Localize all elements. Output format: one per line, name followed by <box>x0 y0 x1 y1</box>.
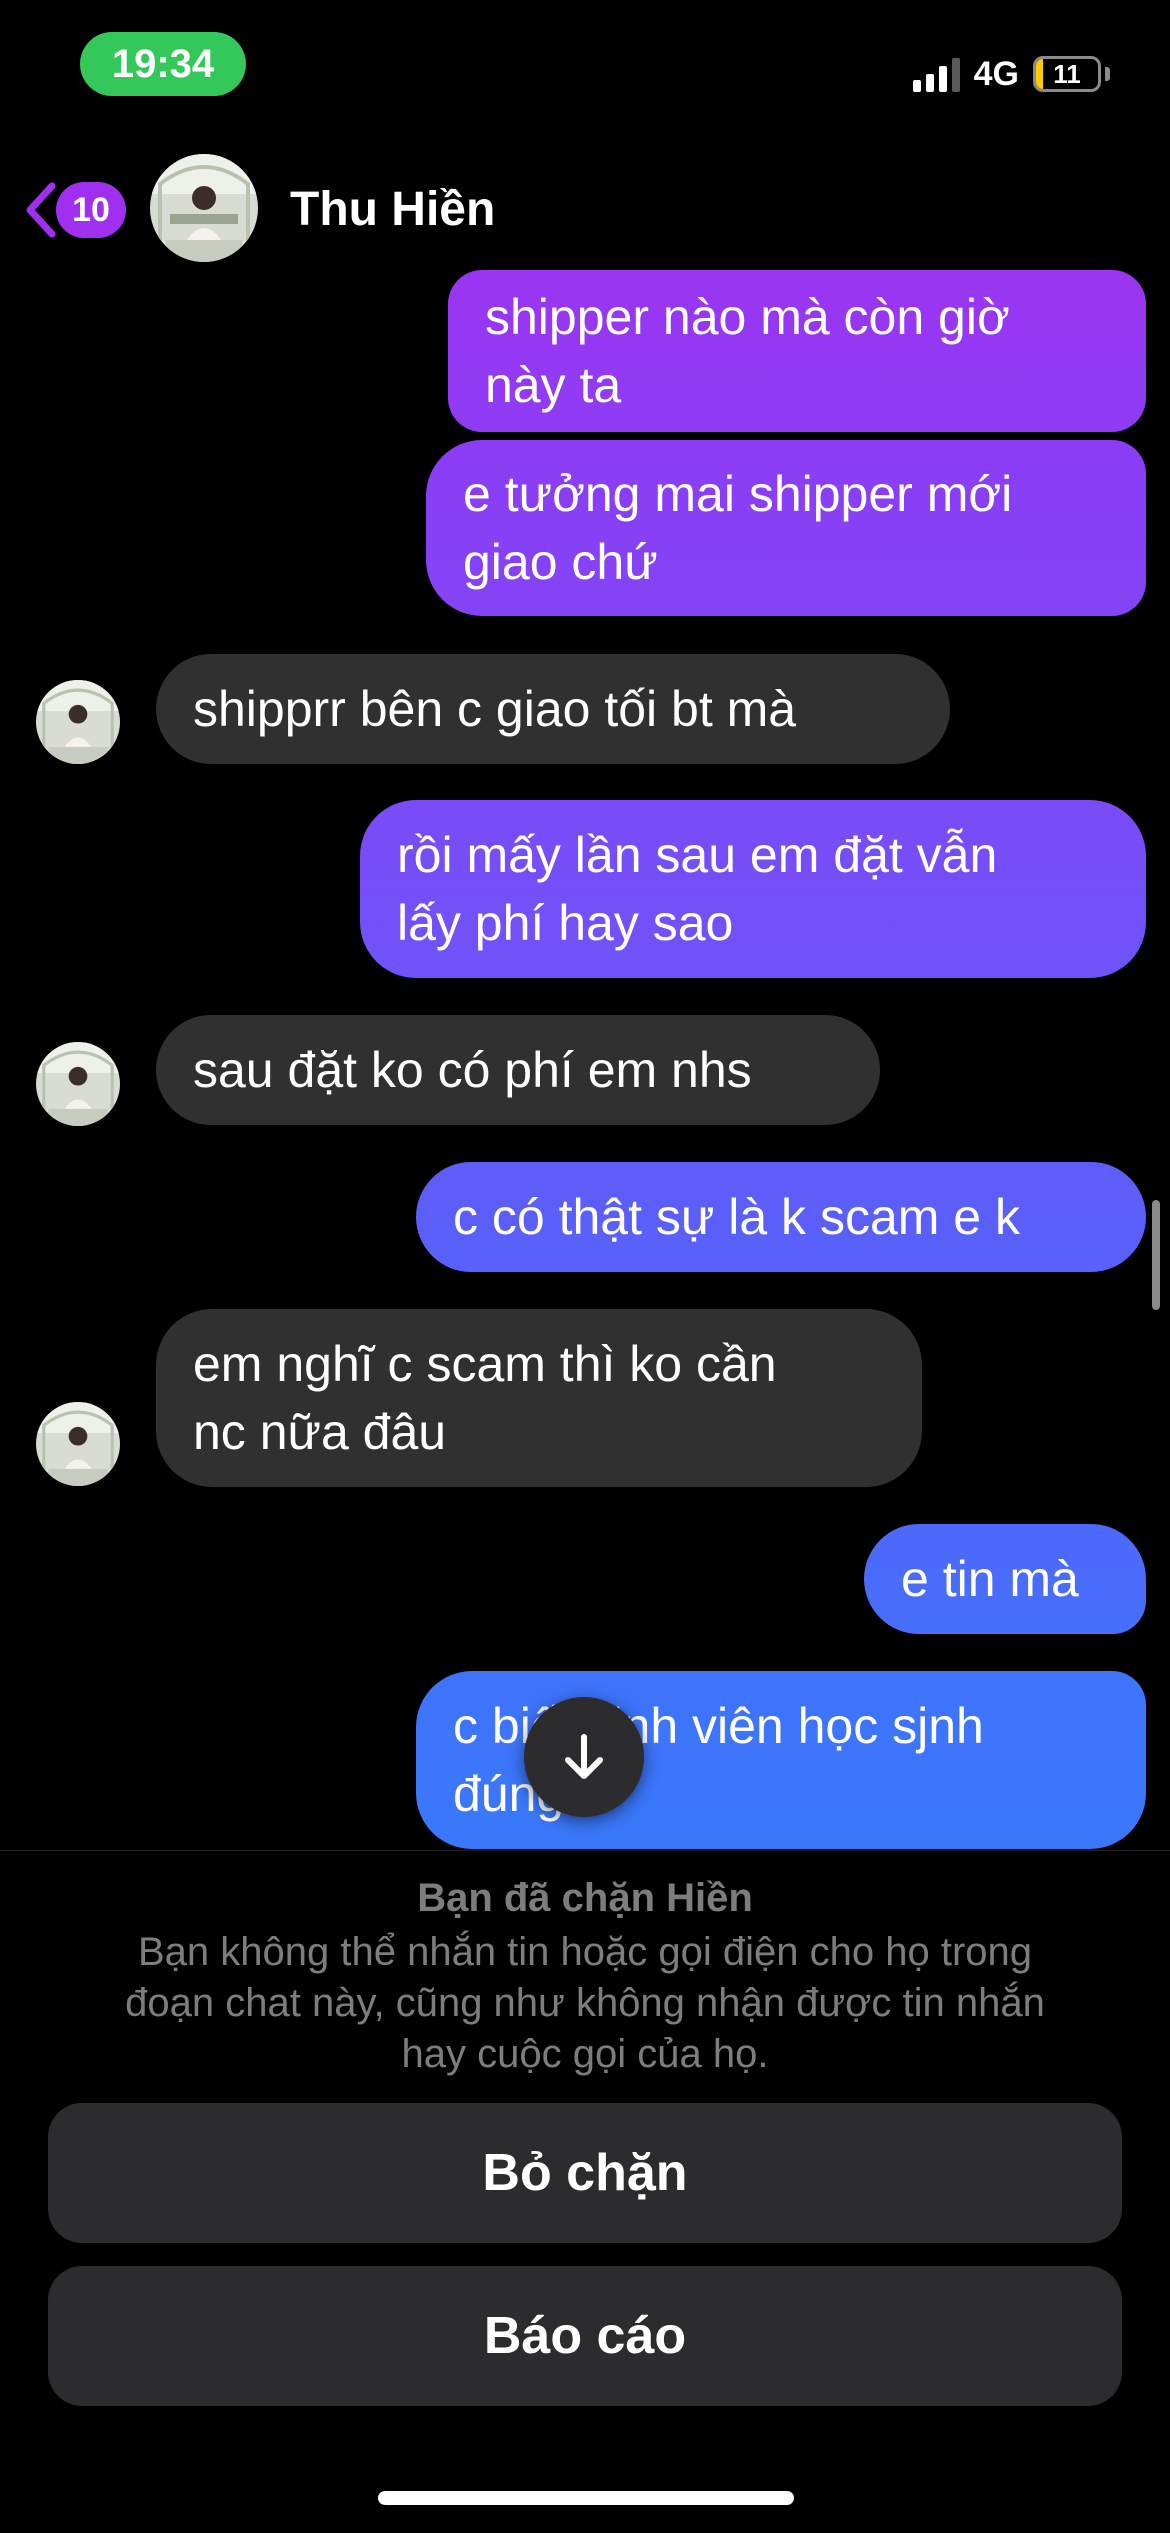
chevron-left-icon <box>26 182 56 238</box>
battery-label: 11 <box>1053 58 1081 89</box>
outgoing-message[interactable]: c có thật sự là k scam e k <box>416 1162 1146 1272</box>
report-button[interactable]: Báo cáo <box>48 2266 1122 2406</box>
unread-count-badge: 10 <box>56 182 126 238</box>
home-indicator[interactable] <box>378 2491 794 2505</box>
avatar-image <box>36 1402 120 1486</box>
chat-header: 10 Thu Hiền <box>0 150 1170 280</box>
battery-cap <box>1105 67 1110 81</box>
message-line: này ta <box>485 357 622 413</box>
back-button[interactable]: 10 <box>24 172 126 248</box>
contact-avatar[interactable] <box>150 154 258 262</box>
unblock-button[interactable]: Bỏ chặn <box>48 2103 1122 2243</box>
message-line: rồi mấy lần sau em đặt vẫn <box>397 827 998 883</box>
battery-level <box>1036 59 1043 89</box>
sender-avatar[interactable] <box>36 680 120 764</box>
message-line: em nghĩ c scam thì ko cần <box>193 1336 777 1392</box>
arrow-down-icon <box>565 1734 603 1779</box>
incoming-message[interactable]: em nghĩ c scam thì ko cần nc nữa đâu <box>156 1309 922 1487</box>
avatar-image <box>150 154 258 262</box>
message-line: lấy phí hay sao <box>397 895 734 951</box>
contact-name[interactable]: Thu Hiền <box>290 182 495 237</box>
status-time-pill: 19:34 <box>80 32 246 96</box>
avatar-image <box>36 680 120 764</box>
sender-avatar[interactable] <box>36 1042 120 1126</box>
message-line: shipprr bên c giao tối bt mà <box>193 681 797 737</box>
outgoing-message[interactable]: e tưởng mai shipper mới giao chứ <box>426 440 1146 616</box>
incoming-message[interactable]: shipprr bên c giao tối bt mà <box>156 654 950 764</box>
status-time: 19:34 <box>111 41 215 86</box>
sender-avatar[interactable] <box>36 1402 120 1486</box>
battery-icon: 11 <box>1033 56 1101 92</box>
message-line: e tưởng mai shipper mới <box>463 466 1013 522</box>
outgoing-message[interactable]: rồi mấy lần sau em đặt vẫn lấy phí hay s… <box>360 800 1146 978</box>
blocked-description-line: đoạn chat này, cũng như không nhận được … <box>125 1981 1045 2025</box>
message-line: giao chứ <box>463 534 658 590</box>
blocked-title: Bạn đã chặn Hiền <box>417 1876 753 1920</box>
status-indicators: 4G 11 <box>912 48 1110 100</box>
network-type: 4G <box>973 54 1019 93</box>
incoming-message[interactable]: sau đặt ko có phí em nhs <box>156 1015 880 1125</box>
scroll-to-bottom-button[interactable] <box>524 1697 644 1817</box>
message-line: sau đặt ko có phí em nhs <box>193 1042 752 1098</box>
message-line: c có thật sự là k scam e k <box>453 1189 1020 1245</box>
message-line: e tin mà <box>901 1551 1079 1607</box>
blocked-description: Bạn không thể nhắn tin hoặc gọi điện cho… <box>60 1927 1110 2080</box>
blocked-panel: Bạn đã chặn Hiền Bạn không thể nhắn tin … <box>0 1850 1170 2533</box>
avatar-image <box>36 1042 120 1126</box>
message-line: shipper nào mà còn giờ <box>485 289 1010 345</box>
blocked-description-line: Bạn không thể nhắn tin hoặc gọi điện cho… <box>137 1930 1033 1974</box>
scrollbar[interactable] <box>1152 1200 1160 1310</box>
outgoing-message[interactable]: e tin mà <box>864 1524 1146 1634</box>
blocked-description-line: hay cuộc gọi của họ. <box>401 2032 769 2076</box>
signal-icon <box>912 56 960 92</box>
outgoing-message[interactable]: shipper nào mà còn giờ này ta <box>448 270 1146 432</box>
message-line: nc nữa đâu <box>193 1404 447 1460</box>
